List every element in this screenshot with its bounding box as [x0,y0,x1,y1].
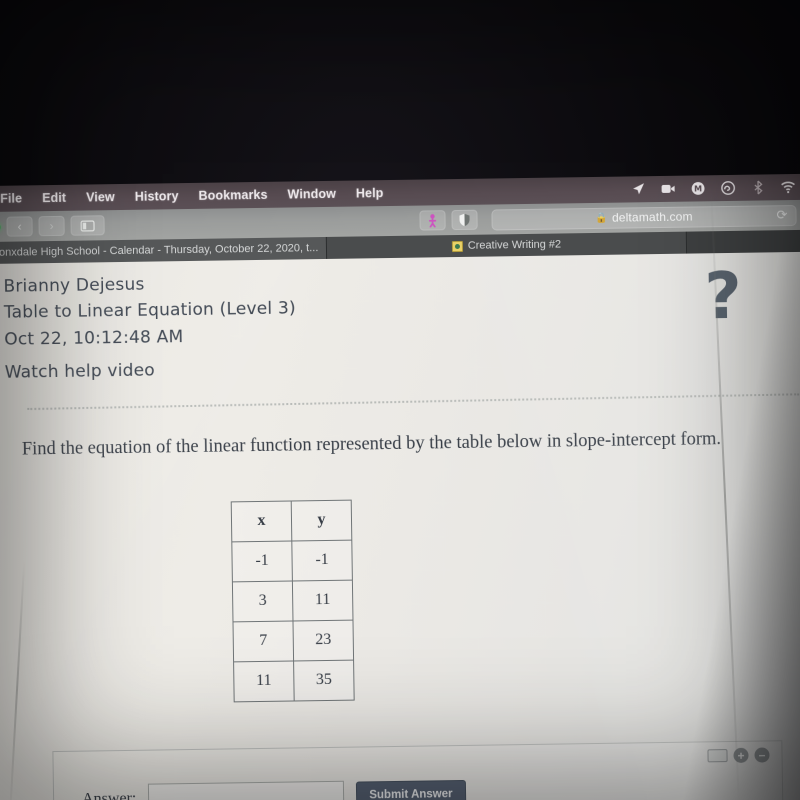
address-bar[interactable]: 🔒 deltamath.com ⟳ [491,204,797,231]
help-question-mark-icon[interactable]: ? [704,260,742,335]
answer-input[interactable] [148,780,345,800]
reload-icon[interactable]: ⟳ [776,207,787,223]
forward-button[interactable]: › [38,215,65,237]
answer-panel: + − Answer: Submit Answer attempt 1 out … [52,740,784,800]
wifi-icon[interactable] [780,179,796,195]
zoom-out-icon[interactable]: − [754,747,770,763]
answer-row: Answer: Submit Answer [66,774,770,800]
menu-item-bookmarks[interactable]: Bookmarks [198,188,267,203]
menu-bar-tray: M [630,179,800,198]
sidebar-icon[interactable] [70,215,105,236]
cell-x: 3 [232,580,293,622]
url-text: deltamath.com [611,209,693,225]
lock-icon: 🔒 [595,212,609,224]
menu-item-history[interactable]: History [135,189,179,204]
menu-item-edit[interactable]: Edit [42,191,66,205]
data-table-wrapper: x y -1 -1 3 11 7 23 11 35 [0,493,800,706]
cell-x: 7 [232,620,294,662]
creative-cloud-icon[interactable] [720,180,736,196]
back-button[interactable]: ‹ [6,216,33,237]
answer-tools: + − [65,747,770,772]
watch-help-video-link[interactable]: Watch help video [5,351,800,383]
cell-y: 11 [292,579,353,621]
column-header-x: x [231,500,292,542]
menu-item-help[interactable]: Help [356,186,384,200]
table-row: 11 35 [233,659,355,702]
keyboard-icon[interactable] [707,749,728,763]
extension-icon[interactable] [419,210,446,231]
bluetooth-icon[interactable] [750,179,766,195]
deltamath-page: Brianny Dejesus Table to Linear Equation… [0,251,800,800]
question-text: Find the equation of the linear function… [21,429,722,460]
traffic-light-green[interactable] [0,222,1,232]
location-arrow-icon[interactable] [630,181,646,197]
table-row: 7 23 [232,619,354,662]
menu-item-file[interactable]: File [0,191,22,205]
cell-y: 35 [293,659,355,701]
cell-y: -1 [291,539,353,581]
photo-of-screen: File Edit View History Bookmarks Window … [0,0,800,800]
tab-title: onxdale High School - Calendar - Thursda… [0,242,319,259]
menu-bar-spacer [403,189,630,192]
column-header-y: y [291,499,352,541]
xy-data-table: x y -1 -1 3 11 7 23 11 35 [230,499,355,703]
tab-favicon-icon [451,240,463,252]
privacy-shield-icon[interactable] [451,209,478,231]
answer-label: Answer: [81,789,137,800]
assignment-header: Brianny Dejesus Table to Linear Equation… [0,252,800,383]
submit-answer-button[interactable]: Submit Answer [356,779,466,800]
cell-x: 11 [233,660,295,702]
section-divider [27,393,800,411]
table-row: -1 -1 [231,539,353,582]
tab-title: Creative Writing #2 [467,238,562,252]
grammarly-icon[interactable]: M [690,180,706,196]
table-header-row: x y [231,499,352,542]
cell-y: 23 [292,619,354,661]
table-row: 3 11 [232,579,353,622]
menu-item-window[interactable]: Window [287,187,336,202]
svg-text:M: M [694,184,702,193]
cell-x: -1 [231,540,293,582]
screen-surface: File Edit View History Bookmarks Window … [0,173,800,800]
tab-bar-filler [686,229,800,254]
menu-item-view[interactable]: View [86,190,115,204]
zoom-camera-icon[interactable] [660,181,676,197]
zoom-in-icon[interactable]: + [733,747,749,763]
